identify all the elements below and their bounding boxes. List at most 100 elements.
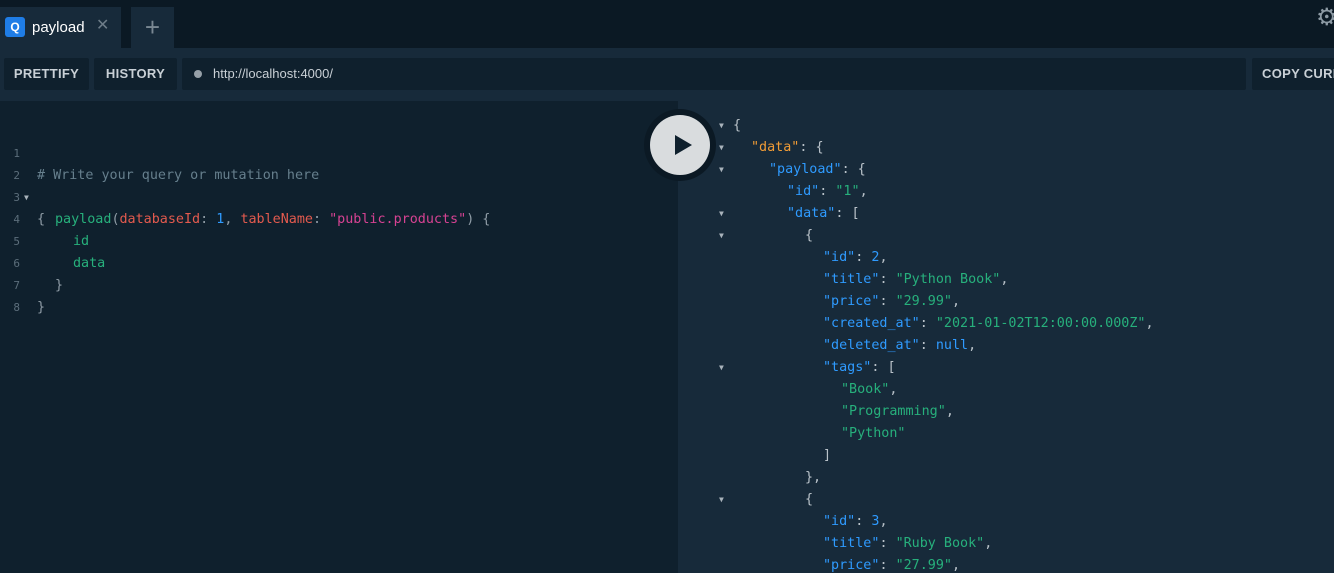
result-line: ▼ "tags": [ — [678, 357, 1334, 379]
result-code: "price": "29.99", — [823, 291, 960, 313]
json-punct: { — [805, 492, 814, 507]
result-line: }, — [678, 467, 1334, 489]
query-editor[interactable]: 1 # Write your query or mutation here 2 … — [0, 101, 678, 573]
fold-arrow-icon[interactable]: ▼ — [719, 115, 724, 137]
tab-payload[interactable]: Q payload ✕ — [0, 7, 121, 48]
result-line: "Python" — [678, 423, 1334, 445]
json-punct: , — [952, 294, 961, 309]
json-punct: : { — [841, 162, 866, 177]
fold-arrow-icon[interactable]: ▼ — [719, 489, 724, 511]
result-viewer[interactable]: ▼{▼ "data": {▼ "payload": {"id": "1", ▼ "dat… — [678, 101, 1334, 573]
fold-arrow-icon[interactable]: ▼ — [719, 225, 724, 247]
json-punct: : { — [799, 140, 824, 155]
run-query-button[interactable] — [644, 109, 716, 181]
json-punct: , — [952, 558, 961, 573]
json-key: "data" — [787, 206, 836, 221]
json-punct: }, — [805, 470, 822, 485]
json-key: "tags" — [823, 360, 872, 375]
editor-line: 8 — [0, 275, 678, 314]
fold-arrow-icon[interactable]: ▼ — [719, 357, 724, 379]
json-key: "title" — [823, 536, 880, 551]
json-punct: , — [984, 536, 993, 551]
json-string: "Python Book" — [895, 272, 1001, 287]
result-line: ▼ "data": { — [678, 137, 1334, 159]
fold-arrow-icon[interactable]: ▼ — [719, 159, 724, 181]
result-code: "id": "1", — [787, 181, 868, 203]
json-string: "1" — [835, 184, 860, 199]
result-code: "data": [ — [787, 203, 860, 225]
json-string: "2021-01-02T12:00:00.000Z" — [935, 316, 1146, 331]
json-punct: , — [968, 338, 977, 353]
play-icon — [675, 135, 692, 155]
json-punct: , — [879, 514, 888, 529]
result-line: ▼ "payload": { — [678, 159, 1334, 181]
brace: } — [37, 300, 46, 315]
result-code: { — [805, 489, 813, 511]
result-line: "price": "27.99", — [678, 555, 1334, 573]
json-punct: : — [879, 558, 896, 573]
json-punct: , — [889, 382, 898, 397]
json-punct: : — [855, 514, 872, 529]
run-button-face — [650, 115, 710, 175]
json-string: "Python" — [841, 426, 906, 441]
result-code: "data": { — [751, 137, 824, 159]
tab-label: payload — [32, 19, 85, 36]
result-code: "title": "Ruby Book", — [823, 533, 992, 555]
result-line: "id": "1", — [678, 181, 1334, 203]
result-code: "title": "Python Book", — [823, 269, 1008, 291]
toolbar: PRETTIFY HISTORY http://localhost:4000/ … — [0, 48, 1334, 101]
json-punct: : — [855, 250, 872, 265]
json-string: "27.99" — [895, 558, 952, 573]
json-key: "data" — [751, 140, 800, 155]
editor-line: 3 payload(databaseId: 1, tableName: "pub… — [0, 165, 678, 227]
line-number: 8 — [13, 301, 20, 314]
result-line: "price": "29.99", — [678, 291, 1334, 313]
json-punct: : — [879, 294, 896, 309]
json-key: "price" — [823, 294, 880, 309]
result-line: ▼{ — [678, 225, 1334, 247]
json-key: "title" — [823, 272, 880, 287]
result-code: "price": "27.99", — [823, 555, 960, 573]
result-line: ▼{ — [678, 489, 1334, 511]
json-punct: , — [1145, 316, 1154, 331]
result-line: "title": "Python Book", — [678, 269, 1334, 291]
endpoint-url-input[interactable]: http://localhost:4000/ — [182, 58, 1246, 90]
fold-arrow-icon[interactable]: ▼ — [719, 203, 724, 225]
json-punct: , — [859, 184, 868, 199]
json-string: "Programming" — [841, 404, 946, 419]
editor-line: 1 # Write your query or mutation here — [0, 121, 678, 183]
result-line: ▼ "data": [ — [678, 203, 1334, 225]
close-icon[interactable]: ✕ — [96, 18, 109, 34]
copy-curl-button[interactable]: COPY CURL — [1252, 58, 1334, 90]
json-key: "price" — [823, 558, 880, 573]
query-icon: Q — [5, 17, 25, 37]
result-code: { — [733, 115, 741, 137]
json-key: "deleted_at" — [823, 338, 920, 353]
json-punct: , — [1000, 272, 1009, 287]
fold-arrow-icon[interactable]: ▼ — [719, 137, 724, 159]
history-button[interactable]: HISTORY — [94, 58, 177, 90]
json-punct: : — [879, 272, 896, 287]
json-punct: : [ — [871, 360, 896, 375]
json-string: "Ruby Book" — [895, 536, 985, 551]
json-punct: { — [805, 228, 814, 243]
result-line: "id": 3, — [678, 511, 1334, 533]
result-code: "created_at": "2021-01-02T12:00:00.000Z"… — [823, 313, 1154, 335]
result-code: }, — [805, 467, 821, 489]
editor-line: 6 } — [0, 231, 678, 293]
result-line: ▼{ — [678, 115, 1334, 137]
gear-icon[interactable]: ⚙ — [1316, 6, 1334, 30]
editor-line: 5 data — [0, 209, 678, 271]
json-punct: : — [819, 184, 836, 199]
result-line: "id": 2, — [678, 247, 1334, 269]
new-tab-button[interactable]: + — [131, 7, 174, 48]
result-line: "Book", — [678, 379, 1334, 401]
result-code: "payload": { — [769, 159, 866, 181]
json-punct: : — [919, 316, 936, 331]
json-punct: { — [733, 118, 742, 133]
prettify-button[interactable]: PRETTIFY — [4, 58, 89, 90]
json-key: "created_at" — [823, 316, 920, 331]
json-punct: : [ — [835, 206, 860, 221]
result-line: "deleted_at": null, — [678, 335, 1334, 357]
result-line: "Programming", — [678, 401, 1334, 423]
